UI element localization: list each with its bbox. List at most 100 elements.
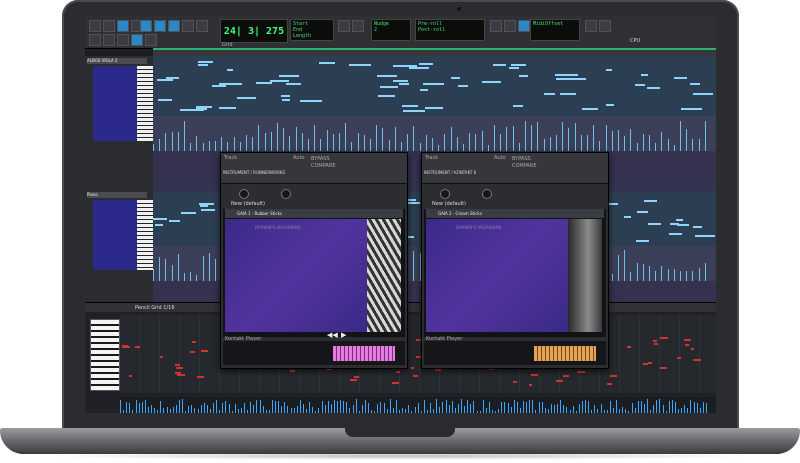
velocity-bar[interactable] xyxy=(433,408,435,413)
midi-note[interactable] xyxy=(281,94,290,97)
velocity-bar[interactable] xyxy=(563,405,565,413)
velocity-bar[interactable] xyxy=(473,400,475,413)
velocity-bar[interactable] xyxy=(516,402,518,413)
velocity-bar[interactable] xyxy=(244,402,245,413)
midi-note[interactable] xyxy=(212,84,226,87)
midi-note[interactable] xyxy=(670,222,679,225)
velocity-stem[interactable] xyxy=(165,132,167,151)
piano-roll-note[interactable] xyxy=(610,375,618,378)
velocity-bar[interactable] xyxy=(662,405,664,413)
velocity-bar[interactable] xyxy=(628,410,630,413)
midi-note[interactable] xyxy=(423,82,445,85)
midi-note[interactable] xyxy=(643,199,657,202)
tool-buttons[interactable] xyxy=(140,20,208,33)
velocity-bar[interactable] xyxy=(501,401,503,413)
velocity-bar[interactable] xyxy=(191,404,193,413)
meter-1-button[interactable] xyxy=(585,20,597,32)
piano-roll-note[interactable] xyxy=(685,343,689,346)
velocity-stem[interactable] xyxy=(264,133,266,151)
velocity-bar[interactable] xyxy=(135,400,137,413)
plugin-2-master-vol-knob[interactable] xyxy=(440,189,450,199)
piano-roll-note[interactable] xyxy=(512,381,517,384)
velocity-bar[interactable] xyxy=(154,408,156,413)
velocity-bar[interactable] xyxy=(166,406,168,413)
velocity-bar[interactable] xyxy=(653,405,655,413)
pencil-tool-icon[interactable] xyxy=(196,20,208,32)
velocity-stem[interactable] xyxy=(667,139,669,151)
velocity-bar[interactable] xyxy=(352,404,354,413)
velocity-bar[interactable] xyxy=(560,400,562,413)
midi-note[interactable] xyxy=(690,83,701,86)
velocity-bar[interactable] xyxy=(268,409,270,413)
velocity-bar[interactable] xyxy=(395,400,397,413)
velocity-stem[interactable] xyxy=(630,129,632,151)
velocity-bar[interactable] xyxy=(147,406,149,413)
midi-note[interactable] xyxy=(680,108,703,111)
velocity-stem[interactable] xyxy=(177,131,179,151)
zoom-preset-1[interactable] xyxy=(89,34,101,46)
play-icon[interactable] xyxy=(518,20,530,32)
velocity-stem[interactable] xyxy=(370,139,371,151)
selection-lcd[interactable]: Start End Length xyxy=(290,19,334,41)
preroll-lcd[interactable]: Pre-roll Post-roll xyxy=(415,19,485,41)
velocity-bar[interactable] xyxy=(355,399,357,413)
velocity-stem[interactable] xyxy=(680,270,681,281)
velocity-stem[interactable] xyxy=(252,137,254,151)
plugin-2-instrument-ui[interactable]: DARWIN'S ARGANISMS xyxy=(426,219,568,332)
velocity-bar[interactable] xyxy=(585,400,586,413)
velocity-bar[interactable] xyxy=(625,408,627,413)
velocity-stem[interactable] xyxy=(692,138,694,151)
velocity-bar[interactable] xyxy=(457,403,459,413)
velocity-stem[interactable] xyxy=(289,136,291,151)
velocity-bar[interactable] xyxy=(569,410,571,413)
midi-note[interactable] xyxy=(692,225,702,228)
velocity-stem[interactable] xyxy=(667,268,669,281)
velocity-bar[interactable] xyxy=(640,401,642,413)
velocity-bar[interactable] xyxy=(557,404,559,413)
main-counter[interactable]: 24| 3| 275 xyxy=(220,19,288,43)
velocity-bar[interactable] xyxy=(622,407,624,413)
piano-roll-note[interactable] xyxy=(197,375,204,378)
velocity-stem[interactable] xyxy=(159,256,161,281)
midi-note[interactable] xyxy=(181,212,196,215)
velocity-bar[interactable] xyxy=(337,400,338,413)
plugin-window-2[interactable]: Track Auto COMPARE BYPASS INSTRUMENT / K… xyxy=(421,152,609,369)
velocity-bar[interactable] xyxy=(256,399,258,413)
piano-roll-note[interactable] xyxy=(177,373,186,376)
velocity-stem[interactable] xyxy=(339,133,340,151)
velocity-stem[interactable] xyxy=(568,127,570,151)
velocity-bar[interactable] xyxy=(271,399,273,413)
midi-note[interactable] xyxy=(300,99,322,102)
velocity-bar[interactable] xyxy=(426,410,428,413)
velocity-bar[interactable] xyxy=(228,403,230,413)
velocity-bar[interactable] xyxy=(349,408,351,413)
plugin-1-instrument-ui[interactable]: DARWIN'S ARGANISMS xyxy=(225,219,367,332)
midi-note[interactable] xyxy=(636,239,650,242)
velocity-stem[interactable] xyxy=(655,142,657,151)
velocity-bar[interactable] xyxy=(141,402,143,413)
stop-icon[interactable] xyxy=(504,20,516,32)
piano-roll-note[interactable] xyxy=(159,355,164,358)
plugin-1-instrument-bar[interactable]: GAIA 1 - Rubber Sticks xyxy=(225,209,403,218)
velocity-bar[interactable] xyxy=(600,403,602,413)
piano-roll-note[interactable] xyxy=(684,339,692,342)
velocity-bar[interactable] xyxy=(510,406,512,413)
velocity-stem[interactable] xyxy=(413,250,415,281)
velocity-bar[interactable] xyxy=(451,400,453,413)
velocity-stem[interactable] xyxy=(202,256,204,281)
velocity-stem[interactable] xyxy=(202,142,204,151)
velocity-stem[interactable] xyxy=(556,135,557,151)
midi-note[interactable] xyxy=(543,93,555,96)
velocity-bar[interactable] xyxy=(681,408,683,413)
plugin-1-play-icon[interactable]: ▶ xyxy=(341,331,346,339)
plugin-1-auto-label[interactable]: Auto xyxy=(293,155,305,161)
velocity-bar[interactable] xyxy=(203,403,205,413)
velocity-bar[interactable] xyxy=(185,410,187,413)
velocity-bar[interactable] xyxy=(172,407,174,413)
velocity-stem[interactable] xyxy=(611,273,613,281)
velocity-stem[interactable] xyxy=(184,121,185,151)
midi-note[interactable] xyxy=(379,85,399,88)
velocity-bar[interactable] xyxy=(265,410,267,413)
piano-roll-note[interactable] xyxy=(395,371,401,374)
midi-note[interactable] xyxy=(377,95,396,98)
